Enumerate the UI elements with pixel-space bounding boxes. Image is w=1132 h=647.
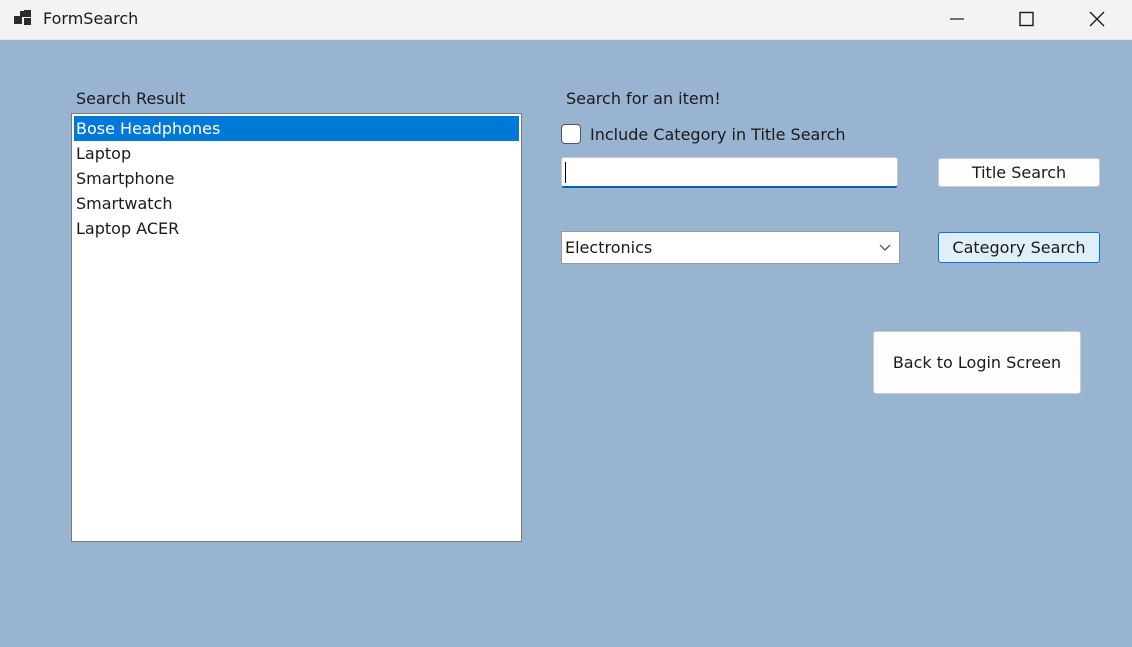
- category-search-button[interactable]: Category Search: [938, 232, 1100, 263]
- back-to-login-button[interactable]: Back to Login Screen: [873, 331, 1081, 394]
- category-dropdown[interactable]: Electronics: [561, 231, 900, 264]
- maximize-button[interactable]: [992, 0, 1062, 40]
- category-dropdown-value: Electronics: [565, 238, 653, 257]
- minimize-icon: [950, 18, 964, 20]
- title-search-button[interactable]: Title Search: [938, 158, 1100, 187]
- search-result-listbox[interactable]: Bose Headphones Laptop Smartphone Smartw…: [71, 113, 522, 542]
- include-category-checkbox[interactable]: [561, 124, 581, 144]
- search-heading: Search for an item!: [566, 89, 721, 108]
- list-item[interactable]: Smartwatch: [74, 191, 519, 216]
- search-result-label: Search Result: [76, 89, 186, 108]
- form-search-window: FormSearch Search Result Bose Headphones…: [0, 0, 1132, 647]
- list-item[interactable]: Laptop ACER: [74, 216, 519, 241]
- list-item[interactable]: Bose Headphones: [74, 116, 519, 141]
- text-caret: [565, 162, 566, 183]
- title-bar: FormSearch: [0, 0, 1132, 40]
- close-icon: [1089, 11, 1105, 27]
- include-category-label[interactable]: Include Category in Title Search: [590, 125, 846, 144]
- window-title: FormSearch: [43, 9, 139, 28]
- minimize-button[interactable]: [922, 0, 992, 40]
- app-icon: [14, 10, 32, 26]
- maximize-icon: [1019, 11, 1034, 27]
- title-search-input[interactable]: [561, 157, 898, 188]
- list-item[interactable]: Smartphone: [74, 166, 519, 191]
- close-button[interactable]: [1062, 0, 1132, 40]
- chevron-down-icon: [879, 244, 891, 251]
- list-item[interactable]: Laptop: [74, 141, 519, 166]
